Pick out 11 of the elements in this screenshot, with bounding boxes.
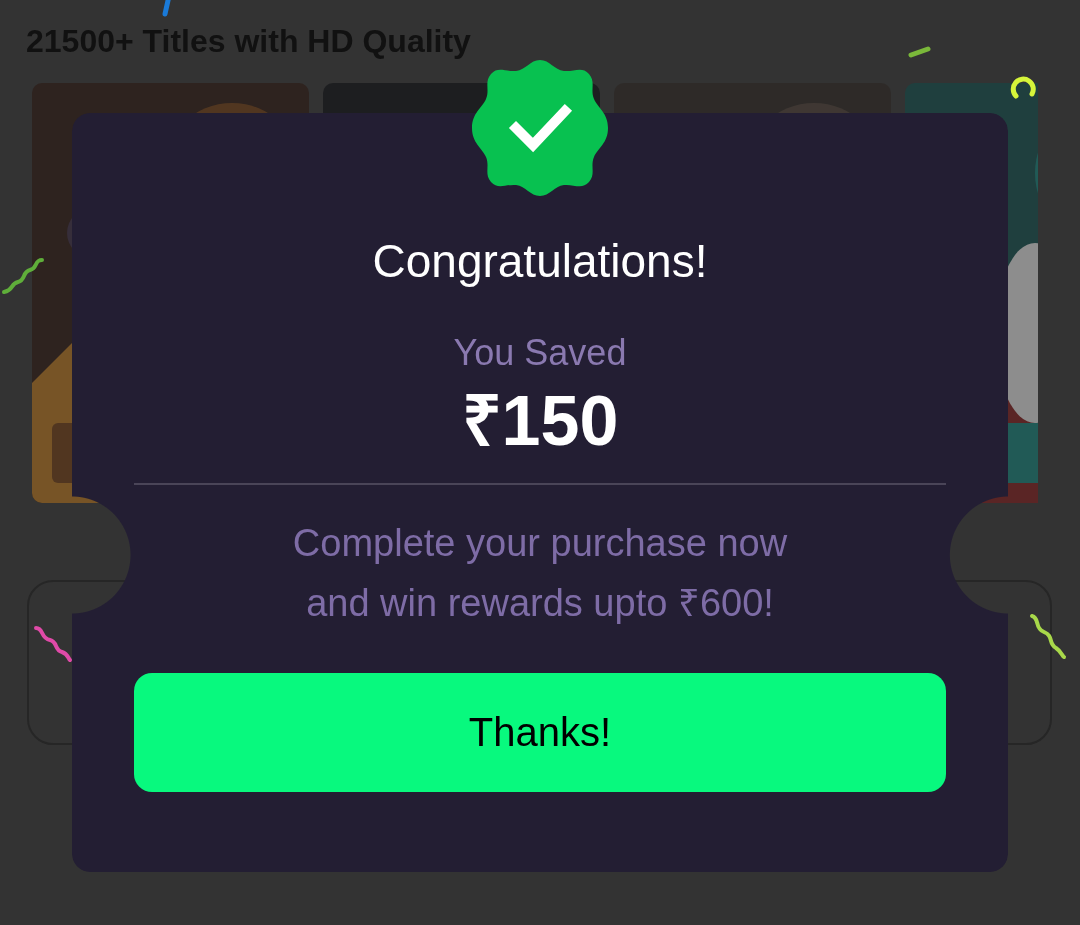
success-badge-icon [470, 58, 610, 198]
thanks-button[interactable]: Thanks! [134, 673, 946, 792]
reward-message: Complete your purchase now and win rewards upto ₹600! [292, 521, 788, 626]
confetti-streamer [908, 46, 932, 58]
confetti-streamer [32, 624, 74, 664]
dialog-title: Congratulations! [372, 234, 708, 289]
saved-amount: ₹150 [461, 381, 619, 461]
saved-label: You Saved [453, 331, 627, 375]
confetti-streamer [0, 256, 46, 296]
confetti-streamer [162, 0, 172, 18]
confetti-streamer [1028, 612, 1068, 660]
